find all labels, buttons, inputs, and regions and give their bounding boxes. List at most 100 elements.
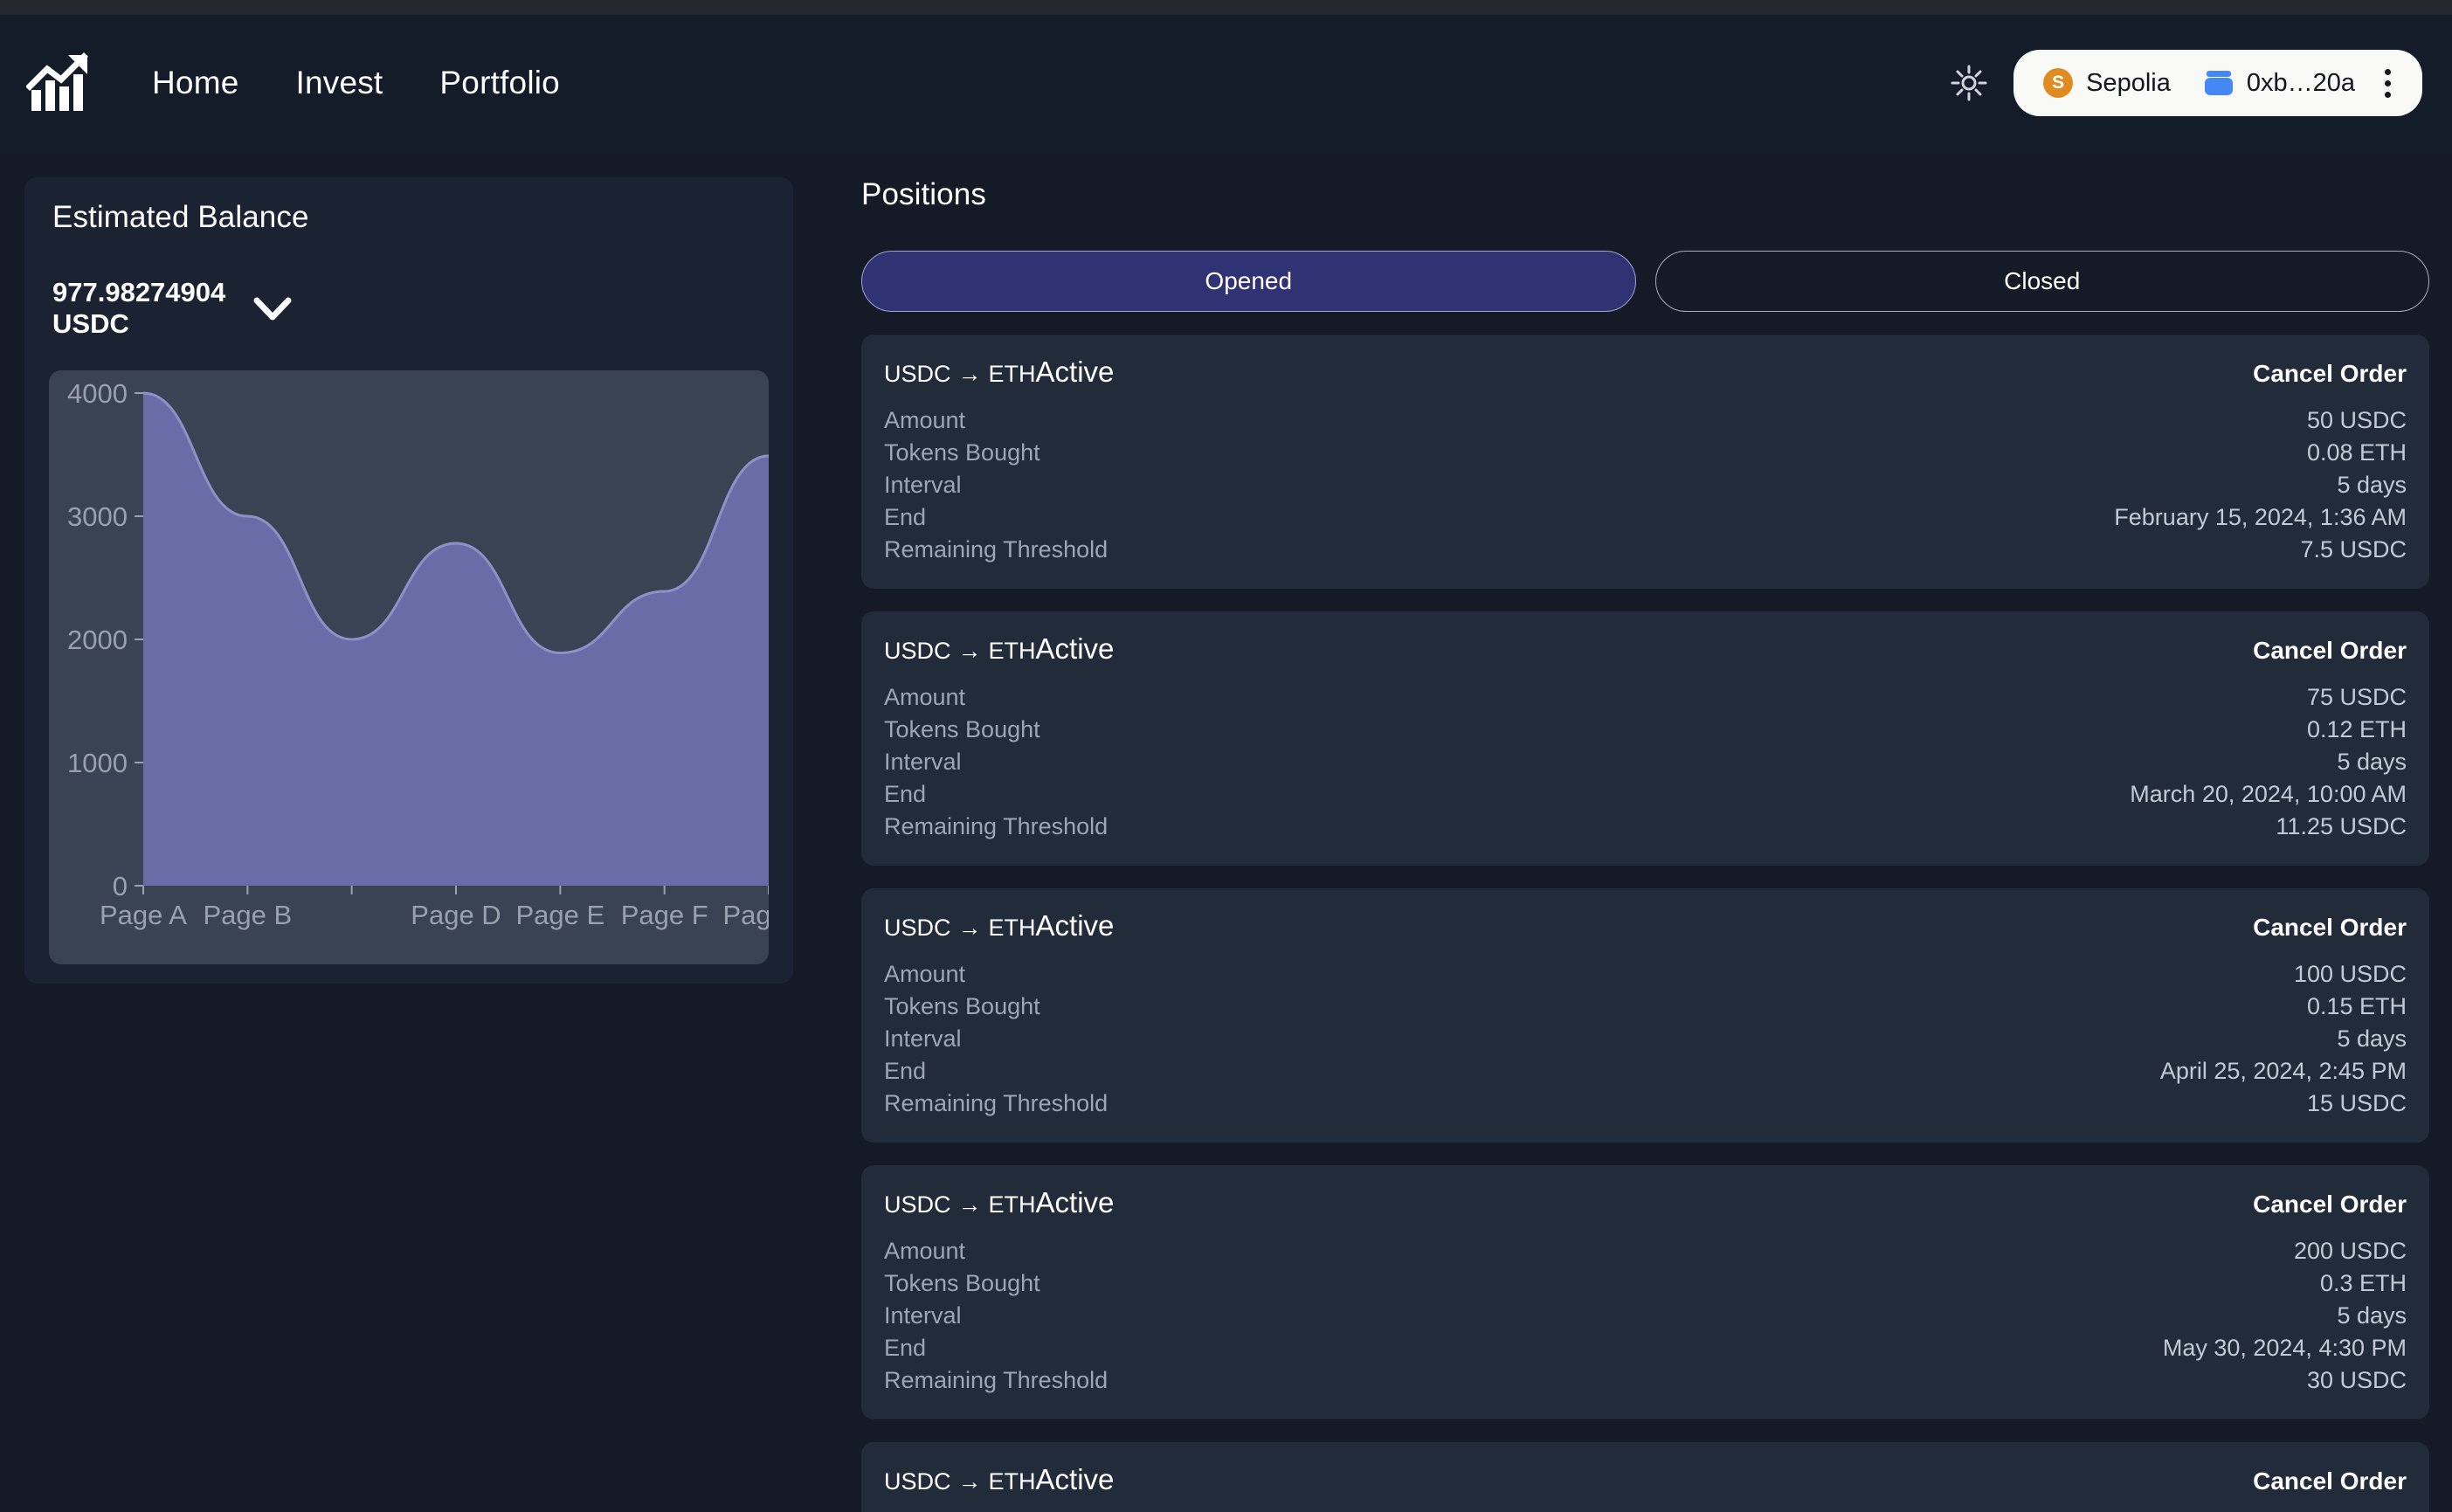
detail-value-remaining-threshold: 11.25 USDC bbox=[2276, 813, 2407, 839]
detail-value-tokens-bought: 0.08 ETH bbox=[2306, 439, 2407, 466]
from-token: USDC bbox=[884, 638, 951, 664]
from-token: USDC bbox=[884, 361, 951, 387]
position-detail-row: Remaining Threshold 30 USDC bbox=[884, 1364, 2407, 1397]
estimated-balance-panel: Estimated Balance 977.98274904 USDC 0 1000… bbox=[24, 177, 793, 984]
sun-icon[interactable] bbox=[1949, 63, 1989, 103]
detail-label-remaining-threshold: Remaining Threshold bbox=[884, 813, 1109, 839]
status-badge: Active bbox=[1035, 1463, 1115, 1495]
position-detail-row: Interval 5 days bbox=[884, 746, 2407, 778]
nav-link-invest[interactable]: Invest bbox=[296, 65, 383, 101]
tab-opened[interactable]: Opened bbox=[861, 251, 1636, 312]
tab-closed[interactable]: Closed bbox=[1654, 251, 2429, 312]
cancel-order-button[interactable]: Cancel Order bbox=[2253, 914, 2407, 942]
position-card-header: USDC → ETH Active Cancel Order bbox=[884, 632, 2407, 666]
y-tick-label: 1000 bbox=[67, 748, 128, 778]
detail-label-interval: Interval bbox=[884, 1025, 962, 1052]
detail-label-interval: Interval bbox=[884, 1302, 962, 1329]
detail-label-end: End bbox=[884, 781, 927, 807]
position-card-header: USDC → ETH Active Cancel Order bbox=[884, 356, 2407, 389]
app-root: Home Invest Portfolio S Sepolia 0xb…20a … bbox=[0, 0, 2452, 1512]
nav-link-home[interactable]: Home bbox=[152, 65, 239, 101]
detail-value-tokens-bought: 0.12 ETH bbox=[2306, 716, 2407, 742]
position-detail-row: End February 15, 2024, 1:36 AM bbox=[884, 501, 2407, 534]
y-tick-label: 3000 bbox=[67, 501, 128, 532]
detail-value-remaining-threshold: 15 USDC bbox=[2306, 1090, 2407, 1116]
account-button[interactable]: 0xb…20a bbox=[2192, 69, 2367, 98]
position-card: USDC → ETH Active Cancel Order Amount 75 USDC T… bbox=[861, 611, 2429, 866]
position-pair: USDC → ETH Active bbox=[884, 1463, 1114, 1496]
position-pair: USDC → ETH Active bbox=[884, 356, 1114, 389]
detail-value-interval: 5 days bbox=[2337, 749, 2407, 775]
detail-value-amount: 75 USDC bbox=[2306, 684, 2407, 710]
from-token: USDC bbox=[884, 1468, 951, 1495]
balance-row: 977.98274904 USDC bbox=[24, 235, 793, 339]
network-selector[interactable]: S Sepolia bbox=[2031, 68, 2183, 98]
detail-value-end: April 25, 2024, 2:45 PM bbox=[2159, 1058, 2407, 1084]
x-tick-label: Page D bbox=[411, 900, 501, 930]
y-tick-label: 2000 bbox=[67, 625, 128, 655]
position-detail-row: Remaining Threshold 7.5 USDC bbox=[884, 534, 2407, 566]
x-tick-label: Page G bbox=[722, 900, 769, 930]
position-card: USDC → ETH Active Cancel Order Amount 50 USDC T… bbox=[861, 335, 2429, 589]
position-detail-row: Tokens Bought 0.3 ETH bbox=[884, 1267, 2407, 1300]
growth-chart-icon[interactable] bbox=[26, 52, 94, 114]
account-address: 0xb…20a bbox=[2246, 68, 2355, 97]
position-detail-row: Remaining Threshold 11.25 USDC bbox=[884, 811, 2407, 843]
to-token: ETH bbox=[988, 361, 1036, 387]
position-detail-row: Amount 75 USDC bbox=[884, 681, 2407, 714]
wallet-pill: S Sepolia 0xb…20a bbox=[2013, 50, 2422, 116]
detail-label-tokens-bought: Tokens Bought bbox=[884, 439, 1040, 466]
detail-label-tokens-bought: Tokens Bought bbox=[884, 993, 1040, 1019]
detail-label-remaining-threshold: Remaining Threshold bbox=[884, 536, 1109, 563]
detail-label-amount: Amount bbox=[884, 407, 966, 433]
detail-label-remaining-threshold: Remaining Threshold bbox=[884, 1367, 1109, 1393]
positions-panel: Positions Opened Closed USDC → ETH Active Ca… bbox=[861, 177, 2429, 1512]
position-card: USDC → ETH Active Cancel Order Amount 100 USDC… bbox=[861, 888, 2429, 1143]
cancel-order-button[interactable]: Cancel Order bbox=[2253, 360, 2407, 388]
detail-value-end: February 15, 2024, 1:36 AM bbox=[2114, 504, 2407, 530]
kebab-menu-icon[interactable] bbox=[2376, 62, 2400, 105]
detail-value-amount: 200 USDC bbox=[2293, 1238, 2407, 1264]
position-detail-row: Tokens Bought 0.12 ETH bbox=[884, 714, 2407, 746]
top-navbar: Home Invest Portfolio S Sepolia 0xb…20a bbox=[0, 15, 2452, 151]
detail-label-end: End bbox=[884, 1058, 927, 1084]
detail-label-remaining-threshold: Remaining Threshold bbox=[884, 1090, 1109, 1116]
position-card: USDC → ETH Active Cancel Order Amount 200 USDC… bbox=[861, 1165, 2429, 1419]
detail-value-end: May 30, 2024, 4:30 PM bbox=[2162, 1335, 2407, 1361]
to-token: ETH bbox=[988, 1191, 1036, 1218]
cancel-order-button[interactable]: Cancel Order bbox=[2253, 1191, 2407, 1219]
x-tick-label: Page A bbox=[100, 900, 187, 930]
position-detail-row: Interval 5 days bbox=[884, 469, 2407, 501]
positions-list: USDC → ETH Active Cancel Order Amount 50 USDC T… bbox=[861, 335, 2429, 1512]
balance-area-chart[interactable]: 0 1000 2000 3000 4000 Page A Page B Page D Page … bbox=[49, 370, 769, 965]
cancel-order-button[interactable]: Cancel Order bbox=[2253, 637, 2407, 665]
position-detail-rows: Amount 100 USDC Tokens Bought 0.15 ETH Inter… bbox=[884, 958, 2407, 1120]
detail-label-amount: Amount bbox=[884, 684, 966, 710]
wallet-icon bbox=[2204, 70, 2234, 96]
balance-amount: 977.98274904 USDC bbox=[52, 277, 225, 339]
chevron-down-icon[interactable] bbox=[248, 284, 297, 333]
position-card-header: USDC → ETH Active Cancel Order bbox=[884, 1186, 2407, 1219]
to-token: ETH bbox=[988, 638, 1036, 664]
balance-value: 977.98274904 bbox=[52, 277, 226, 307]
main-content: Estimated Balance 977.98274904 USDC 0 1000… bbox=[0, 151, 2452, 1512]
detail-value-interval: 5 days bbox=[2337, 1302, 2407, 1329]
detail-label-tokens-bought: Tokens Bought bbox=[884, 1270, 1040, 1296]
position-detail-row: Interval 5 days bbox=[884, 1023, 2407, 1055]
detail-value-end: March 20, 2024, 10:00 AM bbox=[2130, 781, 2407, 807]
navbar-right-cluster: S Sepolia 0xb…20a bbox=[1949, 50, 2422, 116]
balance-currency: USDC bbox=[52, 307, 129, 339]
detail-label-interval: Interval bbox=[884, 472, 962, 498]
status-badge: Active bbox=[1035, 356, 1115, 388]
to-token: ETH bbox=[988, 1468, 1036, 1495]
nav-links: Home Invest Portfolio bbox=[152, 65, 560, 101]
x-tick-label: Page B bbox=[203, 900, 292, 930]
from-token: USDC bbox=[884, 915, 951, 941]
y-tick-label: 4000 bbox=[67, 378, 128, 409]
arrow-right-icon: → bbox=[957, 1468, 982, 1495]
position-card-header: USDC → ETH Active Cancel Order bbox=[884, 909, 2407, 942]
position-detail-rows: Amount 200 USDC Tokens Bought 0.3 ETH Interv… bbox=[884, 1235, 2407, 1397]
position-pair: USDC → ETH Active bbox=[884, 909, 1114, 942]
nav-link-portfolio[interactable]: Portfolio bbox=[439, 65, 560, 101]
cancel-order-button[interactable]: Cancel Order bbox=[2253, 1467, 2407, 1495]
